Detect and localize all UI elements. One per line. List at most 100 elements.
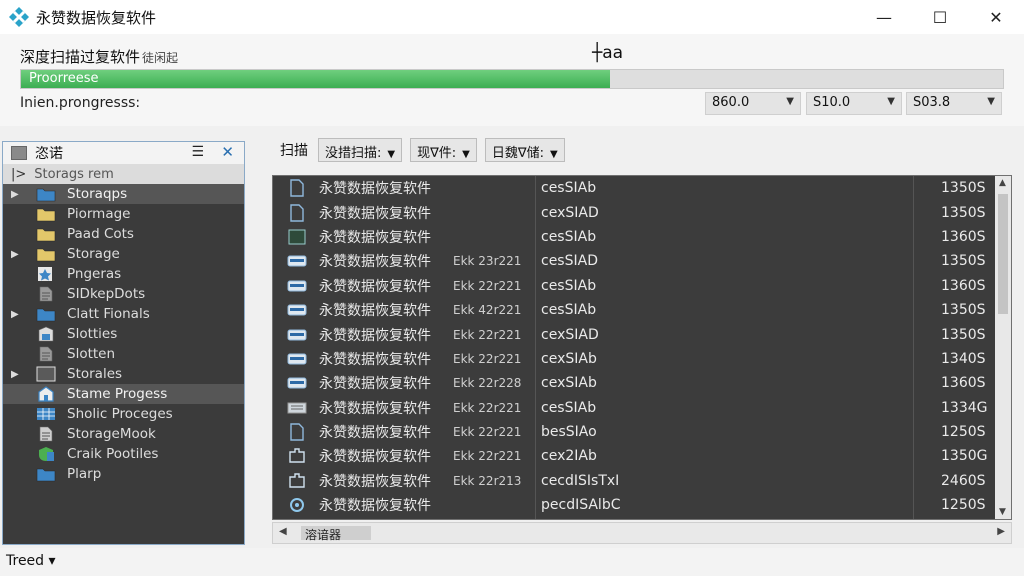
tree-item[interactable]: StorageMook (3, 424, 244, 444)
file-name: 永赞数据恢复软件 (319, 498, 431, 515)
drive-icon (287, 277, 307, 295)
scan-area: 深度扫描过复软件 徒闲起 ┼aa Proorreese Inien.prongre… (0, 34, 1024, 126)
vertical-scrollbar[interactable]: ▲ ▼ (995, 176, 1011, 519)
tree-item[interactable]: ▶ Clatt Fionals (3, 304, 244, 324)
tree-item-label: Clatt Fionals (67, 306, 150, 322)
file-row[interactable]: 永赞数据恢复软件 pecdISAlbC 1250S (273, 493, 1011, 517)
tree-item-label: Sholic Proceges (67, 406, 173, 422)
scroll-left-icon[interactable]: ◀ (279, 526, 287, 537)
filter-select-date-text: 日魏∇储: (491, 146, 544, 161)
file-row[interactable]: 永赞数据恢复软件 Ekk 22r221 cex2IAb 1350G (273, 444, 1011, 468)
file-code: cesSIAb (541, 180, 597, 197)
value-select-2[interactable]: S10.0 ▼ (806, 92, 902, 115)
tree-header: 恣诺 ☰ ✕ (3, 142, 244, 164)
scroll-thumb[interactable] (998, 194, 1008, 314)
file-row[interactable]: 永赞数据恢复软件 Ekk 42r221 cesSIAb 1350S (273, 298, 1011, 322)
tree-item[interactable]: Piormage (3, 204, 244, 224)
scroll-right-icon[interactable]: ▶ (997, 526, 1005, 537)
file-code: cexSIAb (541, 350, 597, 367)
document-icon (36, 286, 56, 302)
value-select-1-text: 860.0 (712, 95, 750, 110)
scroll-up-icon[interactable]: ▲ (999, 178, 1006, 188)
expand-arrow-icon[interactable]: ▶ (11, 249, 19, 260)
tree-panel: 恣诺 ☰ ✕ |> Storags rem ▶ Storaqps Piormage P… (2, 141, 245, 545)
value-select-3[interactable]: S03.8 ▼ (906, 92, 1002, 115)
filter-select-date[interactable]: 日魏∇储: ▼ (484, 138, 565, 162)
shield-icon (36, 446, 56, 462)
file-size: 1250S (941, 424, 986, 441)
file-name: 永赞数据恢复软件 (319, 351, 431, 368)
file-table: 永赞数据恢复软件 cesSIAb 1350S 永赞数据恢复软件 cexSIAD 1350S… (272, 175, 1012, 520)
file-icon (287, 179, 307, 197)
file-name: 永赞数据恢复软件 (319, 425, 431, 442)
file-name: 永赞数据恢复软件 (319, 254, 431, 271)
tree-item[interactable]: ▶ Storaqps (3, 184, 244, 204)
close-icon[interactable]: ✕ (221, 143, 234, 161)
tree-item[interactable]: ▶ Storage (3, 244, 244, 264)
file-size: 1340S (941, 350, 986, 367)
tree-item[interactable]: Craik Pootiles (3, 444, 244, 464)
file-name: 永赞数据恢复软件 (319, 473, 431, 490)
tree-item[interactable]: Slotten (3, 344, 244, 364)
tree-item[interactable]: Paad Cots (3, 224, 244, 244)
tree-item-label: Plarp (67, 466, 102, 482)
file-size: 1250S (941, 497, 986, 514)
file-row[interactable]: 永赞数据恢复软件 Ekk 22r213 cecdISIsTxI 2460S (273, 469, 1011, 493)
file-rows: 永赞数据恢复软件 cesSIAb 1350S 永赞数据恢复软件 cexSIAD 1350S… (273, 176, 1011, 517)
file-row[interactable]: 永赞数据恢复软件 Ekk 22r221 cexSIAD 1350S (273, 322, 1011, 346)
tree-item[interactable]: SIDkepDots (3, 284, 244, 304)
puzzle-icon (287, 447, 307, 465)
file-row[interactable]: 永赞数据恢复软件 Ekk 22r221 besSIAo 1250S (273, 420, 1011, 444)
expand-arrow-icon[interactable]: ▶ (11, 309, 19, 320)
progress-fill: Proorreese (21, 70, 611, 88)
filter-select-scan[interactable]: 没措扫描: ▼ (318, 138, 403, 162)
file-row[interactable]: 永赞数据恢复软件 cexSIAD 1350S (273, 200, 1011, 224)
drive-icon (287, 374, 307, 392)
expand-arrow-icon[interactable]: ▶ (11, 369, 19, 380)
scroll-down-icon[interactable]: ▼ (999, 507, 1006, 517)
file-row[interactable]: 永赞数据恢复软件 Ekk 22r228 cexSIAb 1360S (273, 371, 1011, 395)
tree-item-label: Piormage (67, 206, 131, 222)
window-title: 永赞数据恢复软件 (36, 8, 157, 27)
tree-item[interactable]: Sholic Proceges (3, 404, 244, 424)
scan-title-sub: 徒闲起 (142, 51, 179, 65)
tree-item[interactable]: Pngeras (3, 264, 244, 284)
file-name: 永赞数据恢复软件 (319, 181, 431, 198)
minimize-button[interactable]: — (856, 0, 912, 34)
chevron-down-icon: ▼ (387, 149, 396, 160)
tree-item[interactable]: ▶ Storales (3, 364, 244, 384)
file-extra: Ekk 22r221 (453, 278, 522, 293)
tree-item[interactable]: Slotties (3, 324, 244, 344)
tree-view-dropdown[interactable]: Treed ▾ (6, 553, 56, 569)
file-name: 永赞数据恢复软件 (319, 376, 431, 393)
file-name: 永赞数据恢复软件 (319, 327, 431, 344)
file-row[interactable]: 永赞数据恢复软件 Ekk 22r221 cesSIAb 1334G (273, 396, 1011, 420)
file-code: cesSIAb (541, 277, 597, 294)
file-code: cesSIAb (541, 399, 597, 416)
file-name: 永赞数据恢复软件 (319, 303, 431, 320)
expand-arrow-icon[interactable]: ▶ (11, 189, 19, 200)
horizontal-scroll-thumb[interactable]: 溶谙器 (301, 526, 371, 542)
file-row[interactable]: 永赞数据恢复软件 Ekk 22r221 cexSIAb 1340S (273, 347, 1011, 371)
progress-label: Proorreese (29, 71, 99, 86)
file-code: cecdISIsTxI (541, 472, 620, 489)
scan-center-text: ┼aa (592, 43, 624, 63)
file-size: 1360S (941, 228, 986, 245)
filter-select-type[interactable]: 现∇件: ▼ (410, 138, 477, 162)
file-row[interactable]: 永赞数据恢复软件 cesSIAb 1360S (273, 225, 1011, 249)
maximize-button[interactable]: ☐ (912, 0, 968, 34)
close-button[interactable]: ✕ (968, 0, 1024, 34)
file-extra: Ekk 23r221 (453, 254, 522, 269)
horizontal-scrollbar[interactable]: ◀ 溶谙器 ▶ (272, 522, 1012, 544)
tree-search-input[interactable]: |> Storags rem (3, 164, 244, 184)
file-panel: 扫描 没措扫描: ▼ 现∇件: ▼ 日魏∇储: ▼ 永赞数据恢复软件 cesSIAb 13… (262, 130, 1024, 548)
value-select-1[interactable]: 860.0 ▼ (705, 92, 801, 115)
monitor-icon (36, 366, 56, 382)
file-row[interactable]: 永赞数据恢复软件 cesSIAb 1350S (273, 176, 1011, 200)
file-row[interactable]: 永赞数据恢复软件 Ekk 23r221 cesSIAD 1350S (273, 249, 1011, 273)
file-row[interactable]: 永赞数据恢复软件 Ekk 22r221 cesSIAb 1360S (273, 274, 1011, 298)
tree-item[interactable]: Stame Progess (3, 384, 244, 404)
menu-icon[interactable]: ☰ (191, 144, 204, 160)
tree-item[interactable]: Plarp (3, 464, 244, 484)
file-extra: Ekk 22r221 (453, 425, 522, 440)
